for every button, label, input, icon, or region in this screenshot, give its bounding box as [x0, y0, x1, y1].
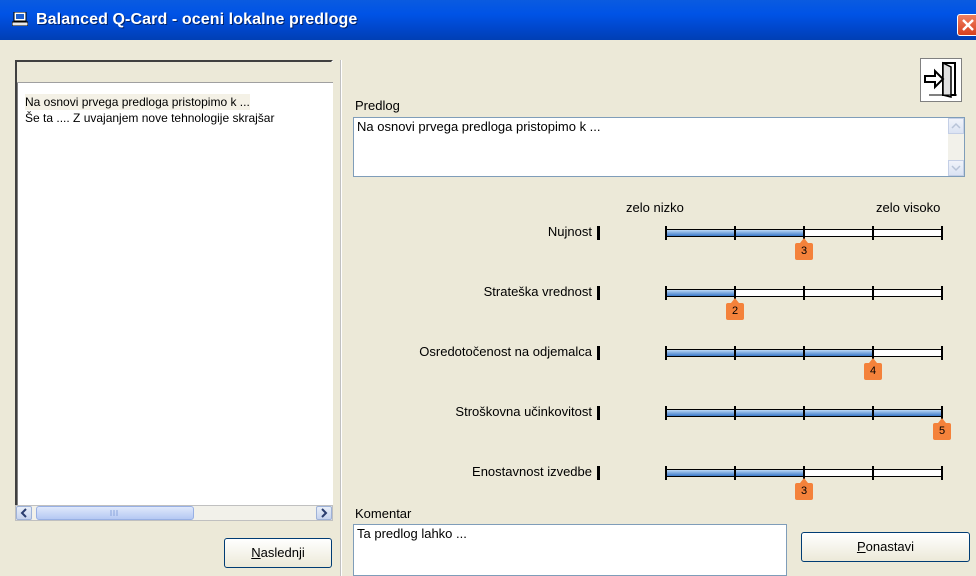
- computer-icon: [12, 12, 28, 26]
- scale-tick: [665, 346, 667, 360]
- rating-separator: [597, 286, 600, 300]
- scale-tick: [803, 406, 805, 420]
- panel-divider: [340, 60, 342, 576]
- scroll-down-button[interactable]: [948, 160, 964, 176]
- comment-label: Komentar: [355, 506, 412, 521]
- rating-slider-thumb[interactable]: 3: [795, 238, 813, 260]
- rating-slider-thumb[interactable]: 4: [864, 358, 882, 380]
- scale-tick: [941, 226, 943, 240]
- scale-high-label: zelo visoko: [876, 200, 941, 215]
- dialog-body: Na osnovi prvega predloga pristopimo k .…: [0, 40, 976, 576]
- rating-value: 4: [864, 363, 882, 380]
- rating-separator: [597, 466, 600, 480]
- chevron-up-icon: [951, 122, 961, 129]
- list-item[interactable]: Še ta .... Z uvajanjem nove tehnologije …: [25, 110, 274, 126]
- rating-label: Osredotočenost na odjemalca: [419, 344, 592, 359]
- scale-low-label: zelo nizko: [626, 200, 684, 215]
- reset-button[interactable]: Ponastavi: [801, 532, 970, 562]
- close-icon: [962, 19, 974, 31]
- scale-tick: [941, 346, 943, 360]
- scale-tick: [941, 466, 943, 480]
- scroll-right-button[interactable]: [316, 506, 332, 520]
- scale-tick: [734, 406, 736, 420]
- rating-label: Nujnost: [547, 224, 592, 239]
- scale-tick: [665, 226, 667, 240]
- scale-tick: [734, 226, 736, 240]
- rating-value: 3: [795, 243, 813, 260]
- scale-tick: [803, 286, 805, 300]
- proposal-list[interactable]: Na osnovi prvega predloga pristopimo k .…: [15, 60, 333, 519]
- chevron-down-icon: [951, 165, 961, 172]
- comment-textarea[interactable]: Ta predlog lahko ...: [353, 524, 787, 576]
- list-item-label: Še ta .... Z uvajanjem nove tehnologije …: [25, 111, 275, 125]
- rating-label: Strateška vrednost: [483, 284, 592, 299]
- list-horizontal-scrollbar[interactable]: [15, 505, 333, 521]
- scale-tick: [872, 286, 874, 300]
- exit-door-icon: [924, 61, 957, 98]
- comment-text: Ta predlog lahko ...: [357, 526, 467, 541]
- rating-value: 3: [795, 483, 813, 500]
- rating-value: 2: [726, 303, 744, 320]
- rating-slider-thumb[interactable]: 5: [933, 418, 951, 440]
- scale-tick: [941, 286, 943, 300]
- grip-icon: [110, 510, 118, 516]
- rating-value: 5: [933, 423, 951, 440]
- list-header: [17, 62, 333, 83]
- next-button[interactable]: Naslednji: [224, 538, 332, 568]
- rating-slider-fill: [666, 350, 873, 356]
- reset-button-label: Ponastavi: [856, 539, 915, 554]
- scale-tick: [734, 466, 736, 480]
- rating-slider-thumb[interactable]: 2: [726, 298, 744, 320]
- chevron-left-icon: [20, 508, 27, 518]
- scroll-up-button[interactable]: [948, 118, 964, 134]
- scale-tick: [872, 466, 874, 480]
- proposal-textarea[interactable]: Na osnovi prvega predloga pristopimo k .…: [353, 117, 965, 177]
- rating-label: Stroškovna učinkovitost: [455, 404, 592, 419]
- chevron-right-icon: [321, 508, 328, 518]
- scale-tick: [665, 406, 667, 420]
- list-item[interactable]: Na osnovi prvega predloga pristopimo k .…: [25, 94, 250, 110]
- scale-tick: [803, 346, 805, 360]
- list-item-label: Na osnovi prvega predloga pristopimo k .…: [25, 95, 250, 109]
- rating-separator: [597, 406, 600, 420]
- exit-button[interactable]: [920, 58, 962, 102]
- title-bar: Balanced Q-Card - oceni lokalne predloge: [0, 0, 976, 41]
- scroll-left-button[interactable]: [16, 506, 32, 520]
- rating-label: Enostavnost izvedbe: [472, 464, 592, 479]
- proposal-text: Na osnovi prvega predloga pristopimo k .…: [357, 119, 601, 134]
- rating-slider-fill: [666, 290, 735, 296]
- proposal-label: Predlog: [355, 98, 400, 113]
- scale-tick: [872, 226, 874, 240]
- scale-tick: [872, 406, 874, 420]
- scale-tick: [665, 286, 667, 300]
- scroll-thumb[interactable]: [36, 506, 194, 520]
- close-button[interactable]: [957, 14, 976, 36]
- proposal-vertical-scrollbar[interactable]: [948, 118, 964, 176]
- rating-separator: [597, 226, 600, 240]
- scale-tick: [734, 346, 736, 360]
- next-button-label: Naslednji: [251, 545, 305, 560]
- rating-slider-thumb[interactable]: 3: [795, 478, 813, 500]
- window-title: Balanced Q-Card - oceni lokalne predloge: [36, 11, 358, 28]
- rating-separator: [597, 346, 600, 360]
- scale-tick: [665, 466, 667, 480]
